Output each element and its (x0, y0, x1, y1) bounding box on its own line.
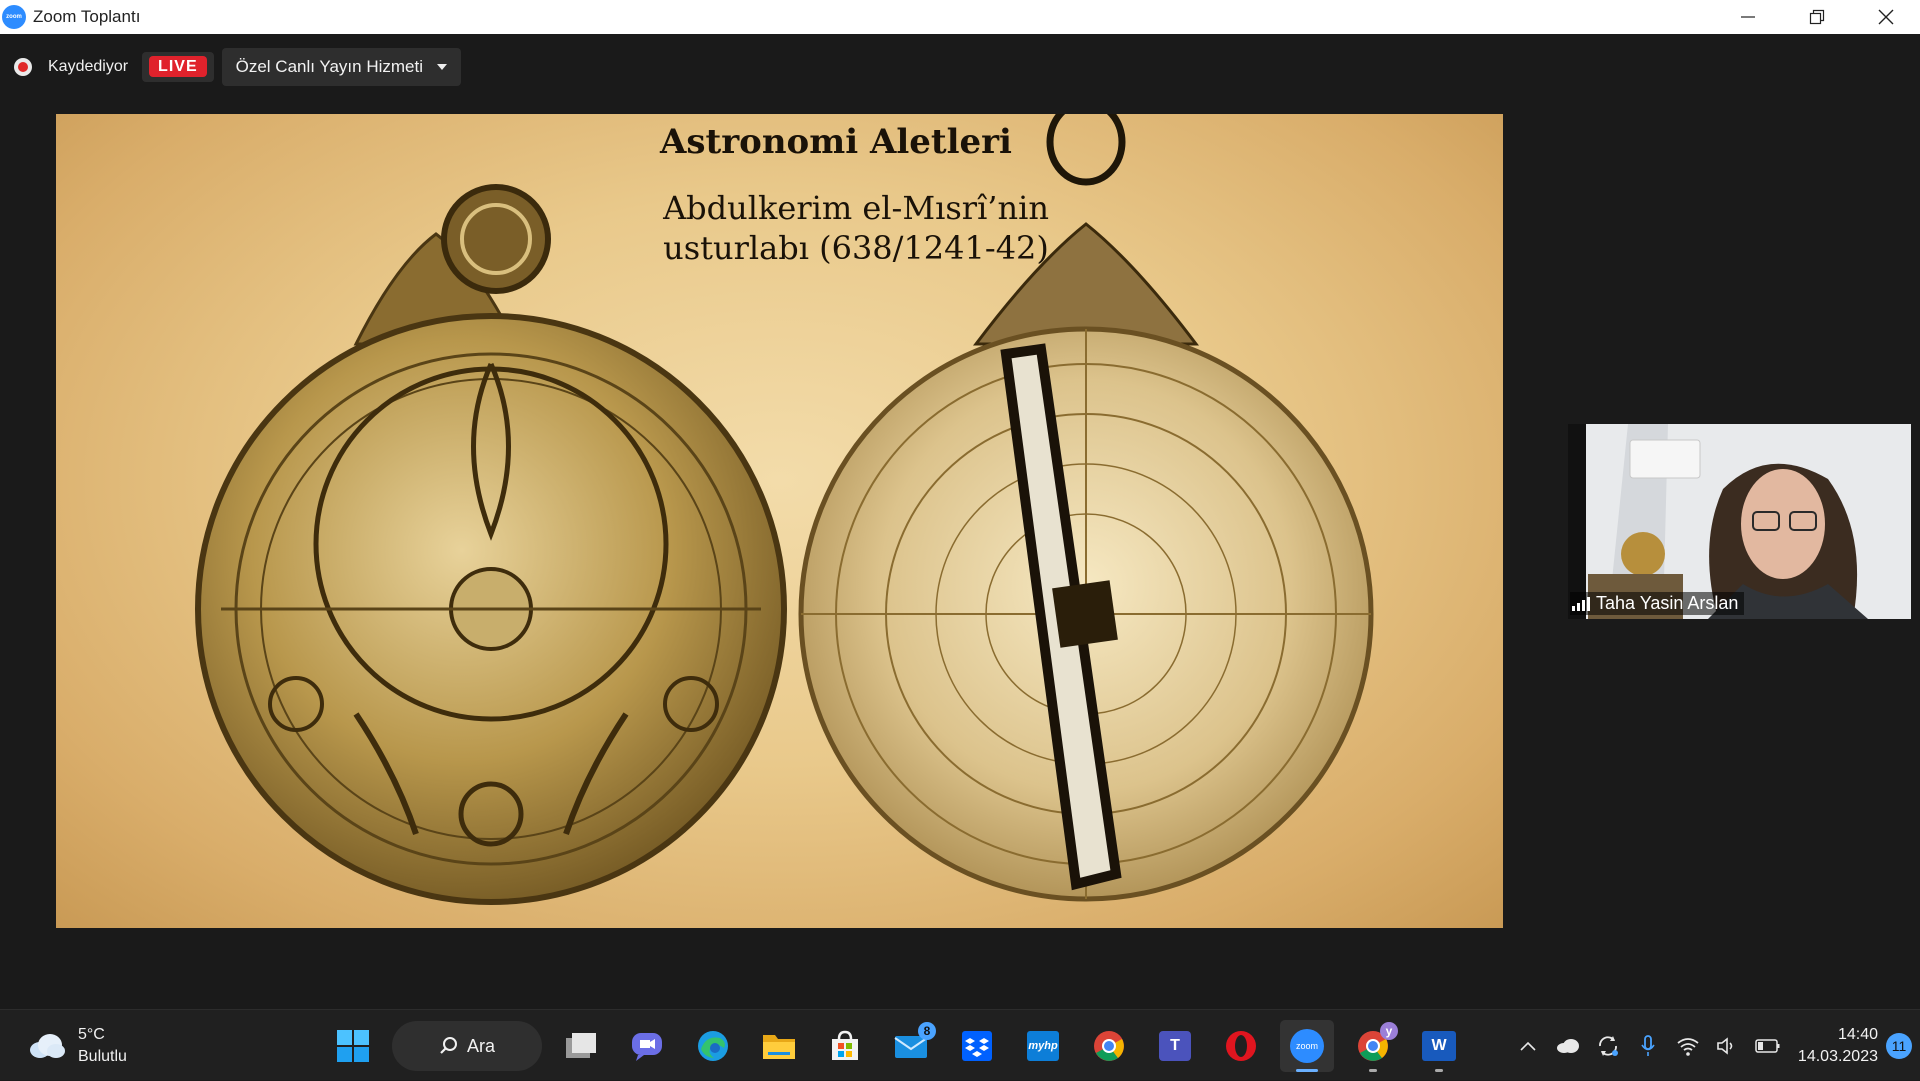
task-view-button[interactable] (554, 1020, 608, 1072)
taskbar-search[interactable]: Ara (392, 1021, 542, 1071)
participant-video (1568, 424, 1911, 619)
clock-time: 14:40 (1837, 1025, 1878, 1043)
cloud-icon (30, 1034, 65, 1058)
restore-button[interactable] (1782, 0, 1851, 34)
microphone-button[interactable] (1628, 1026, 1668, 1066)
shared-slide: Astronomi Aletleri Abdulkerim el-Mısrî’n… (56, 114, 1503, 928)
signal-strength-icon (1572, 596, 1590, 611)
title-bar: zoom Zoom Toplantı (0, 0, 1920, 34)
slide-subtitle: Abdulkerim el-Mısrî’nin usturlabı (638/1… (506, 188, 1206, 268)
dropbox-icon (962, 1031, 992, 1061)
sync-icon (1599, 1035, 1618, 1056)
clock[interactable]: 14:40 14.03.2023 (1798, 1024, 1878, 1068)
chrome-button[interactable] (1082, 1020, 1136, 1072)
edge-icon (698, 1031, 728, 1061)
slide-subtitle-line1: Abdulkerim el-Mısrî’nin (663, 189, 1049, 227)
chrome-profile-badge: y (1380, 1022, 1398, 1040)
live-badge: LIVE (149, 56, 207, 77)
zoom-taskbar-button[interactable]: zoom (1280, 1020, 1334, 1072)
show-hidden-icons-button[interactable] (1508, 1026, 1548, 1066)
volume-icon (1717, 1036, 1733, 1055)
mail-badge: 8 (918, 1022, 936, 1040)
left-astrolabe (195, 184, 787, 905)
running-indicator (1435, 1069, 1443, 1072)
microphone-icon (1641, 1034, 1655, 1056)
meeting-area: Kaydediyor LIVE Özel Canlı Yayın Hizmeti (0, 34, 1920, 1009)
sync-button[interactable] (1588, 1026, 1628, 1066)
minimize-icon (1740, 16, 1755, 18)
start-button[interactable] (326, 1020, 380, 1072)
zoom-logo-icon: zoom (2, 5, 26, 29)
store-icon (832, 1030, 858, 1060)
participant-video-tile[interactable]: Taha Yasin Arslan (1568, 424, 1911, 619)
chevron-down-icon (437, 64, 447, 70)
search-label: Ara (466, 1035, 495, 1056)
mail-button[interactable]: 8 (884, 1020, 938, 1072)
live-indicator[interactable]: LIVE (142, 52, 214, 82)
notification-center-badge[interactable]: 11 (1886, 1032, 1912, 1059)
stream-service-dropdown[interactable]: Özel Canlı Yayın Hizmeti (221, 48, 461, 86)
running-indicator (1369, 1069, 1377, 1072)
system-tray: 14:40 14.03.2023 11 (1508, 1010, 1920, 1081)
microsoft-store-button[interactable] (818, 1020, 872, 1072)
minimize-button[interactable] (1713, 0, 1782, 34)
wifi-icon (1677, 1037, 1699, 1056)
recording-bar: Kaydediyor LIVE Özel Canlı Yayın Hizmeti (14, 48, 461, 86)
slide-subtitle-line2: usturlabı (638/1241-42) (663, 229, 1049, 267)
weather-widget[interactable]: 5°C Bulutlu (28, 1024, 127, 1068)
volume-button[interactable] (1708, 1026, 1748, 1066)
myhp-icon: myhp (1027, 1031, 1059, 1061)
close-icon (1878, 9, 1893, 25)
windows-logo-icon (337, 1030, 369, 1062)
onedrive-icon (1556, 1038, 1579, 1053)
teams-button[interactable]: T (1148, 1020, 1202, 1072)
restore-icon (1809, 9, 1824, 25)
zoom-icon: zoom (1290, 1029, 1324, 1063)
participant-name-label: Taha Yasin Arslan (1570, 592, 1745, 615)
search-icon (440, 1037, 457, 1054)
slide-title: Astronomi Aletleri (660, 122, 1012, 162)
recording-status: Kaydediyor (48, 58, 129, 75)
myhp-button[interactable]: myhp (1016, 1020, 1070, 1072)
window-controls (1713, 0, 1920, 34)
file-explorer-button[interactable] (752, 1020, 806, 1072)
weather-description: Bulutlu (78, 1048, 127, 1065)
edge-browser-button[interactable] (686, 1020, 740, 1072)
clock-date: 14.03.2023 (1797, 1047, 1878, 1065)
word-icon: W (1422, 1031, 1456, 1061)
word-button[interactable]: W (1412, 1020, 1466, 1072)
taskbar: 5°C Bulutlu Ara 8 myhp T zoom y W 14:40 … (0, 1009, 1920, 1080)
opera-button[interactable] (1214, 1020, 1268, 1072)
active-indicator (1296, 1069, 1318, 1072)
participant-name: Taha Yasin Arslan (1596, 593, 1739, 613)
stream-service-label: Özel Canlı Yayın Hizmeti (235, 57, 423, 76)
teams-chat-button[interactable] (620, 1020, 674, 1072)
opera-icon (1226, 1031, 1256, 1061)
chrome-icon (1094, 1031, 1124, 1061)
weather-temperature: 5°C (78, 1026, 105, 1043)
battery-icon (1755, 1038, 1780, 1053)
folder-icon (763, 1035, 795, 1059)
taskbar-apps: Ara 8 myhp T zoom y W (326, 1020, 1478, 1072)
onedrive-button[interactable] (1548, 1026, 1588, 1066)
wifi-button[interactable] (1668, 1026, 1708, 1066)
window-title: Zoom Toplantı (33, 7, 141, 26)
task-view-icon (566, 1033, 596, 1058)
battery-button[interactable] (1748, 1026, 1788, 1066)
recording-icon[interactable] (14, 58, 32, 76)
close-button[interactable] (1851, 0, 1920, 34)
teams-icon: T (1159, 1031, 1191, 1061)
dropbox-button[interactable] (950, 1020, 1004, 1072)
chat-icon (632, 1033, 662, 1061)
chevron-up-icon (1520, 1041, 1536, 1051)
chrome-profile-button[interactable]: y (1346, 1020, 1400, 1072)
